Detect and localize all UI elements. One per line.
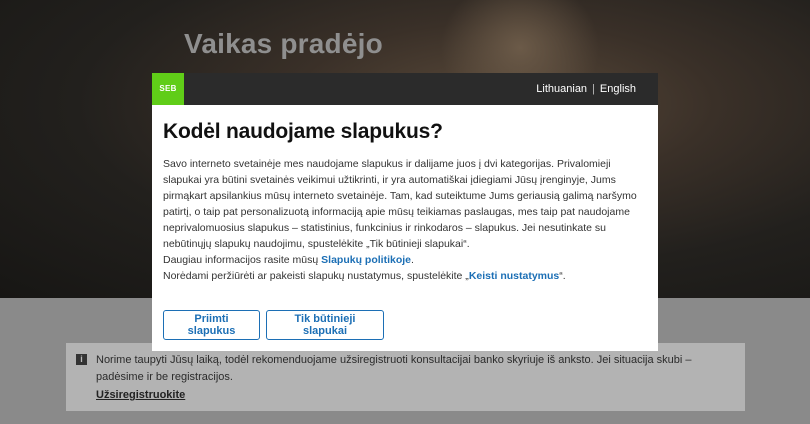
language-switcher: Lithuanian | English	[536, 73, 636, 105]
info-icon: i	[76, 354, 87, 365]
language-lithuanian[interactable]: Lithuanian	[536, 83, 587, 95]
necessary-cookies-button[interactable]: Tik būtinieji slapukai	[266, 310, 384, 340]
policy-suffix: .	[411, 254, 414, 266]
change-settings-link[interactable]: Keisti nustatymus	[469, 270, 559, 282]
accept-cookies-button[interactable]: Priimti slapukus	[163, 310, 260, 340]
settings-line: Norėdami peržiūrėti ar pakeisti slapukų …	[163, 268, 646, 284]
notice-text: Norime taupyti Jūsų laiką, todėl rekomen…	[96, 354, 692, 383]
seb-logo: SEB	[152, 73, 184, 105]
dialog-actions: Priimti slapukus Tik būtinieji slapukai	[163, 310, 384, 340]
hero-title: Vaikas pradėjo	[184, 28, 383, 59]
language-english[interactable]: English	[600, 83, 636, 95]
dialog-text: Savo interneto svetainėje mes naudojame …	[163, 156, 646, 284]
settings-prefix: Norėdami peržiūrėti ar pakeisti slapukų …	[163, 270, 469, 282]
dialog-header: SEB Lithuanian | English	[152, 73, 658, 105]
settings-suffix: “.	[559, 270, 566, 282]
policy-prefix: Daugiau informacijos rasite mūsų	[163, 254, 322, 266]
language-separator: |	[592, 83, 595, 95]
register-link[interactable]: Užsiregistruokite	[96, 387, 185, 404]
cookie-consent-dialog: SEB Lithuanian | English Kodėl naudojame s…	[152, 73, 658, 351]
dialog-title: Kodėl naudojame slapukus?	[163, 120, 443, 143]
cookie-policy-link[interactable]: Slapukų politikoje	[321, 254, 411, 266]
dialog-body: Kodėl naudojame slapukus? Savo interneto…	[152, 120, 658, 284]
cookie-explanation: Savo interneto svetainėje mes naudojame …	[163, 158, 637, 250]
policy-line: Daugiau informacijos rasite mūsų Slapukų…	[163, 252, 646, 268]
notice-banner: i Norime taupyti Jūsų laiką, todėl rekom…	[66, 343, 745, 411]
